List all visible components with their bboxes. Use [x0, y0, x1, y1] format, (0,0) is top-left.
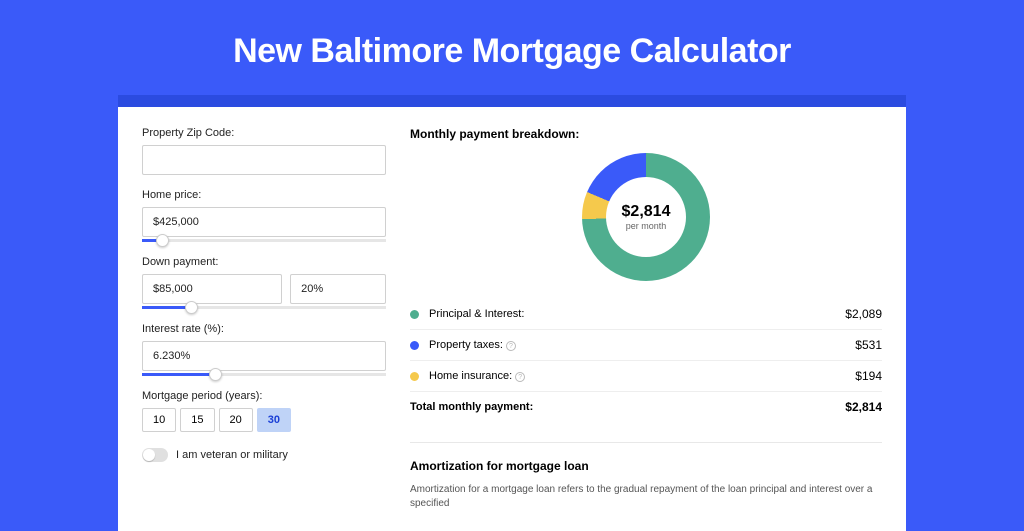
down-payment-field: Down payment: — [142, 256, 386, 309]
slider-thumb[interactable] — [185, 301, 198, 314]
zip-input[interactable] — [142, 145, 386, 175]
down-payment-label: Down payment: — [142, 256, 386, 268]
down-payment-slider[interactable] — [142, 306, 386, 309]
calculator-card: Property Zip Code: Home price: Down paym… — [118, 107, 906, 531]
results-panel: Monthly payment breakdown: $2,814 per mo… — [410, 127, 882, 511]
legend-value: $531 — [855, 338, 882, 352]
page-title: New Baltimore Mortgage Calculator — [0, 0, 1024, 95]
amortization-section: Amortization for mortgage loan Amortizat… — [410, 442, 882, 511]
breakdown-title: Monthly payment breakdown: — [410, 127, 882, 141]
interest-field: Interest rate (%): — [142, 323, 386, 376]
slider-thumb[interactable] — [156, 234, 169, 247]
legend-dot — [410, 341, 419, 350]
legend-value: $194 — [855, 369, 882, 383]
info-icon[interactable]: ? — [506, 341, 516, 351]
info-icon[interactable]: ? — [515, 372, 525, 382]
legend-label: Property taxes:? — [429, 339, 855, 351]
interest-input[interactable] — [142, 341, 386, 371]
veteran-row: I am veteran or military — [142, 448, 386, 462]
inputs-panel: Property Zip Code: Home price: Down paym… — [142, 127, 386, 511]
legend-dot — [410, 310, 419, 319]
interest-slider[interactable] — [142, 373, 386, 376]
total-label: Total monthly payment: — [410, 401, 845, 413]
legend-row: Home insurance:?$194 — [410, 361, 882, 392]
home-price-label: Home price: — [142, 189, 386, 201]
donut-center: $2,814 per month — [606, 177, 686, 257]
interest-label: Interest rate (%): — [142, 323, 386, 335]
period-btn-20[interactable]: 20 — [219, 408, 253, 432]
period-field: Mortgage period (years): 10152030 — [142, 390, 386, 432]
home-price-field: Home price: — [142, 189, 386, 242]
donut-chart: $2,814 per month — [410, 153, 882, 281]
legend: Principal & Interest:$2,089Property taxe… — [410, 299, 882, 392]
donut-sub: per month — [626, 221, 667, 231]
zip-field: Property Zip Code: — [142, 127, 386, 175]
veteran-label: I am veteran or military — [176, 449, 288, 461]
period-btn-10[interactable]: 10 — [142, 408, 176, 432]
zip-label: Property Zip Code: — [142, 127, 386, 139]
home-price-input[interactable] — [142, 207, 386, 237]
legend-row: Principal & Interest:$2,089 — [410, 299, 882, 330]
legend-label: Principal & Interest: — [429, 308, 845, 320]
legend-dot — [410, 372, 419, 381]
home-price-slider[interactable] — [142, 239, 386, 242]
amortization-text: Amortization for a mortgage loan refers … — [410, 483, 882, 511]
period-btn-15[interactable]: 15 — [180, 408, 214, 432]
donut-amount: $2,814 — [622, 203, 671, 221]
legend-row: Property taxes:?$531 — [410, 330, 882, 361]
down-payment-pct-input[interactable] — [290, 274, 386, 304]
period-label: Mortgage period (years): — [142, 390, 386, 402]
amortization-title: Amortization for mortgage loan — [410, 459, 882, 473]
slider-thumb[interactable] — [209, 368, 222, 381]
period-options: 10152030 — [142, 408, 386, 432]
total-row: Total monthly payment: $2,814 — [410, 392, 882, 422]
calculator-container: Property Zip Code: Home price: Down paym… — [118, 95, 906, 531]
veteran-toggle[interactable] — [142, 448, 168, 462]
period-btn-30[interactable]: 30 — [257, 408, 291, 432]
total-value: $2,814 — [845, 400, 882, 414]
legend-label: Home insurance:? — [429, 370, 855, 382]
legend-value: $2,089 — [845, 307, 882, 321]
down-payment-input[interactable] — [142, 274, 282, 304]
